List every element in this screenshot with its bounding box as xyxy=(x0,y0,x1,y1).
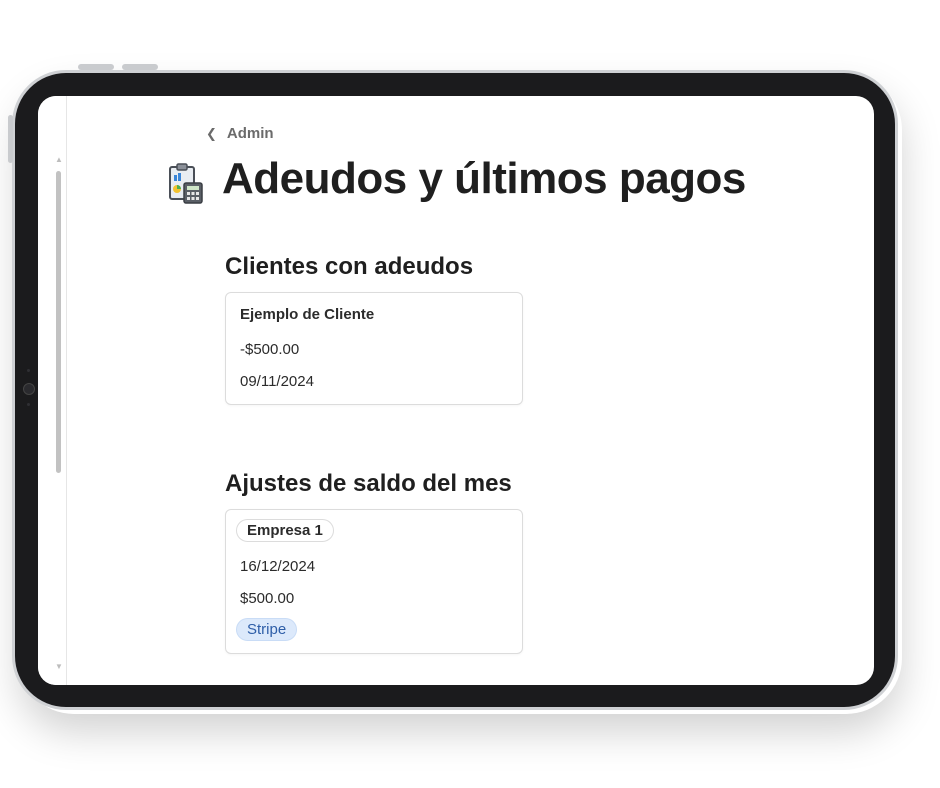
client-name: Ejemplo de Cliente xyxy=(240,306,375,323)
clipboard-calculator-icon xyxy=(169,163,203,204)
payment-method-badge: Stripe xyxy=(236,618,298,641)
scroll-thumb[interactable] xyxy=(56,171,61,473)
debts-heading: Clientes con adeudos xyxy=(225,253,474,280)
adjustment-card[interactable]: Empresa 1 16/12/2024 $500.00 Stripe xyxy=(225,509,523,654)
front-camera xyxy=(23,383,35,395)
power-button xyxy=(8,115,13,163)
chevron-left-icon: ❮ xyxy=(206,125,217,141)
adjustments-heading: Ajustes de saldo del mes xyxy=(225,470,512,497)
adjustment-date: 16/12/2024 xyxy=(240,558,316,575)
adjustment-amount: $500.00 xyxy=(240,590,295,607)
debt-card[interactable]: Ejemplo de Cliente -$500.00 09/11/2024 xyxy=(225,292,523,405)
screen: ▲ ▼ ❮ Admin Adeudos y últimos pagos Clie… xyxy=(38,96,874,685)
sensor-dot xyxy=(27,369,30,372)
scroll-down-arrow-icon[interactable]: ▼ xyxy=(55,663,63,671)
debt-amount: -$500.00 xyxy=(240,341,300,358)
scroll-up-arrow-icon[interactable]: ▲ xyxy=(55,156,63,164)
breadcrumb-admin-link[interactable]: Admin xyxy=(227,125,274,142)
scrollbar[interactable]: ▲ ▼ xyxy=(38,96,67,685)
debt-date: 09/11/2024 xyxy=(240,373,314,390)
breadcrumb[interactable]: ❮ Admin xyxy=(206,125,274,142)
sensor-dot xyxy=(27,403,30,406)
company-badge: Empresa 1 xyxy=(236,519,334,542)
page-title: Adeudos y últimos pagos xyxy=(222,154,746,203)
